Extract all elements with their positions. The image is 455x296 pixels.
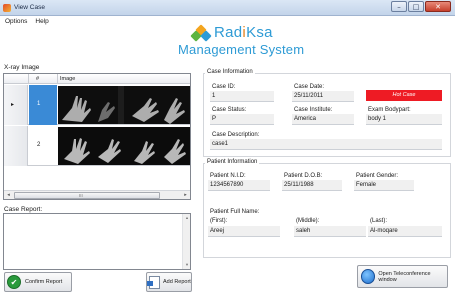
case-status-label: Case Status: [212, 107, 247, 113]
check-icon: ✔ [7, 275, 21, 289]
vertical-scrollbar[interactable]: ▴ ▾ [182, 214, 190, 269]
confirm-report-button[interactable]: ✔ Confirm Report [4, 272, 72, 292]
hot-case-badge: Hot Case [366, 90, 442, 101]
row-number: 1 [29, 85, 57, 125]
patient-gender-value: Female [354, 180, 414, 191]
patient-information-legend: Patient Information [205, 159, 260, 165]
case-id-label: Case ID: [212, 84, 236, 90]
xray-thumbnail[interactable] [58, 127, 190, 165]
case-report-input[interactable] [4, 214, 182, 269]
column-header-image[interactable]: Image [60, 76, 75, 82]
case-description-value: case1 [210, 139, 442, 150]
case-id-value: 1 [210, 91, 274, 102]
last-name-value: Al-moqare [368, 226, 442, 237]
patient-dob-value: 25/11/1988 [282, 180, 342, 191]
open-teleconference-label: Open Teleconference window [378, 270, 431, 283]
add-report-button[interactable]: Add Report [146, 272, 192, 292]
scroll-up-icon[interactable]: ▴ [183, 215, 191, 221]
title-bar: View Case – □ ✕ [0, 0, 455, 16]
grid-header: # Image [4, 74, 190, 84]
maximize-button[interactable]: □ [408, 1, 424, 12]
row-selector[interactable] [4, 126, 28, 166]
document-add-icon [147, 275, 160, 289]
logo-name: RadiKsa [214, 24, 273, 41]
scroll-right-icon[interactable]: ▸ [181, 191, 190, 200]
row-selector[interactable]: ▸ [4, 85, 28, 125]
window-title: View Case [14, 4, 45, 11]
row-number: 2 [37, 142, 41, 148]
menu-help[interactable]: Help [35, 18, 48, 30]
patient-dob-label: Patient D.O.B: [284, 173, 323, 179]
horizontal-scrollbar[interactable]: ◂ III ▸ [4, 190, 190, 199]
exam-bodypart-value: body 1 [366, 114, 442, 125]
logo-icon [190, 24, 212, 42]
case-report-box: ▴ ▾ [3, 213, 191, 270]
xray-image-grid[interactable]: # Image ▸ 1 2 ◂ III ▸ [3, 73, 191, 200]
add-report-label: Add Report [163, 279, 191, 285]
xray-image-label: X-ray Image [4, 64, 40, 71]
column-header-hash[interactable]: # [36, 76, 39, 82]
table-row[interactable]: ▸ 1 [4, 85, 190, 125]
confirm-report-label: Confirm Report [25, 279, 63, 285]
menu-bar: Options Help [0, 18, 49, 30]
chat-bubble-icon [361, 269, 376, 284]
app-logo: RadiKsa Management System [178, 22, 318, 62]
middle-name-value: saleh [294, 226, 366, 237]
scroll-left-icon[interactable]: ◂ [4, 191, 13, 200]
window-controls: – □ ✕ [391, 1, 451, 12]
patient-fullname-label: Patient Full Name: [210, 209, 260, 215]
logo-subtitle: Management System [178, 42, 305, 57]
first-name-value: Areej [208, 226, 280, 237]
first-name-label: (First): [210, 218, 228, 224]
last-name-label: (Last): [370, 218, 388, 224]
menu-options[interactable]: Options [5, 18, 27, 30]
scroll-thumb[interactable]: III [14, 192, 160, 199]
middle-name-label: (Middle): [296, 218, 320, 224]
table-row[interactable]: 2 [4, 126, 190, 166]
close-button[interactable]: ✕ [425, 1, 451, 12]
case-information-legend: Case Information [205, 69, 255, 75]
scroll-grip: III [79, 193, 83, 198]
case-institute-value: America [292, 114, 354, 125]
case-status-value: P [210, 114, 274, 125]
case-report-label: Case Report: [4, 206, 43, 213]
case-institute-label: Case Institute: [294, 107, 333, 113]
case-date-label: Case Date: [294, 84, 325, 90]
minimize-button[interactable]: – [391, 1, 407, 12]
case-description-label: Case Description: [212, 132, 260, 138]
app-icon [3, 4, 11, 12]
exam-bodypart-label: Exam Bodypart: [368, 107, 411, 113]
case-date-value: 25/11/2011 [292, 91, 354, 102]
patient-nid-label: Patient N.I.D: [210, 173, 246, 179]
patient-nid-value: 1234567890 [208, 180, 270, 191]
patient-gender-label: Patient Gender: [356, 173, 399, 179]
open-teleconference-button[interactable]: Open Teleconference window [357, 265, 448, 288]
scroll-down-icon[interactable]: ▾ [183, 262, 191, 268]
xray-thumbnail[interactable] [58, 86, 190, 124]
